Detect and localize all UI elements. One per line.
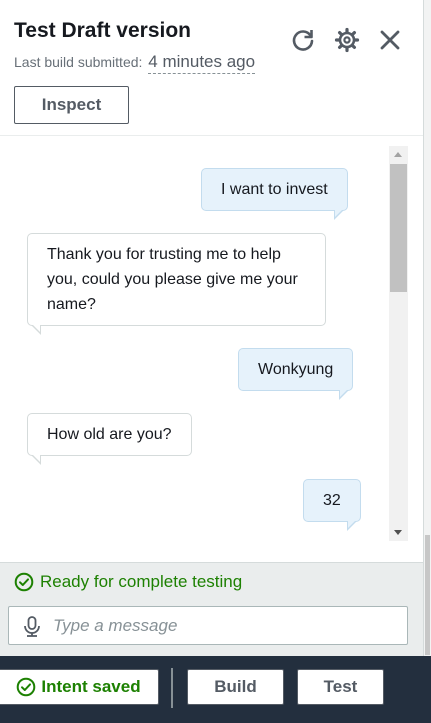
panel-header: Test Draft version Last build submitted:… (0, 0, 423, 136)
intent-saved-label: Intent saved (41, 677, 141, 696)
build-status-label: Last build submitted: (14, 54, 143, 70)
page-scroll-thumb[interactable] (425, 535, 430, 655)
microphone-icon[interactable] (23, 616, 41, 637)
refresh-icon[interactable] (290, 27, 316, 53)
chat-message-bot: Thank you for trusting me to help you, c… (27, 233, 326, 335)
chat-message-user: 32 (303, 479, 361, 531)
message-text: 32 (323, 492, 341, 509)
chat-footer: Ready for complete testing (0, 562, 423, 656)
build-status: Last build submitted: 4 minutes ago (14, 52, 256, 74)
bubble-tail (346, 520, 357, 531)
bubble-tail (31, 324, 41, 335)
page-scrollbar[interactable] (423, 0, 431, 656)
divider (171, 668, 173, 708)
status-text: Ready for complete testing (40, 572, 243, 591)
message-input-box[interactable] (8, 606, 408, 645)
build-time[interactable]: 4 minutes ago (148, 52, 256, 74)
inspect-button[interactable]: Inspect (14, 86, 129, 124)
chat-message-user: Wonkyung (238, 348, 354, 400)
test-panel: Test Draft version Last build submitted:… (0, 0, 423, 656)
test-button[interactable]: Test (297, 669, 384, 705)
check-circle-icon (17, 677, 36, 697)
bubble-tail (339, 389, 350, 400)
message-text: Wonkyung (258, 361, 334, 378)
bubble-tail (333, 209, 344, 220)
page-title: Test Draft version (14, 19, 191, 42)
chat-message-bot: How old are you? (27, 413, 192, 465)
build-button[interactable]: Build (187, 669, 284, 705)
chat-message-user: I want to invest (201, 168, 348, 220)
close-icon[interactable] (377, 27, 403, 53)
scroll-thumb[interactable] (390, 164, 407, 292)
chat-scrollbar[interactable] (389, 146, 408, 541)
bubble-tail (31, 454, 41, 465)
message-text: Thank you for trusting me to help you, c… (47, 246, 298, 313)
bottom-action-bar: Intent saved Build Test (0, 656, 431, 723)
ready-status: Ready for complete testing (14, 572, 242, 592)
gear-icon[interactable] (334, 27, 360, 53)
check-circle-icon (14, 572, 34, 592)
chat-transcript: I want to invest Thank you for trusting … (0, 137, 423, 562)
message-input[interactable] (53, 613, 393, 639)
message-text: I want to invest (221, 181, 328, 198)
scroll-up-arrow-icon[interactable] (394, 152, 402, 157)
message-text: How old are you? (47, 426, 172, 443)
intent-saved-button[interactable]: Intent saved (0, 669, 159, 705)
scroll-down-arrow-icon[interactable] (394, 530, 402, 535)
